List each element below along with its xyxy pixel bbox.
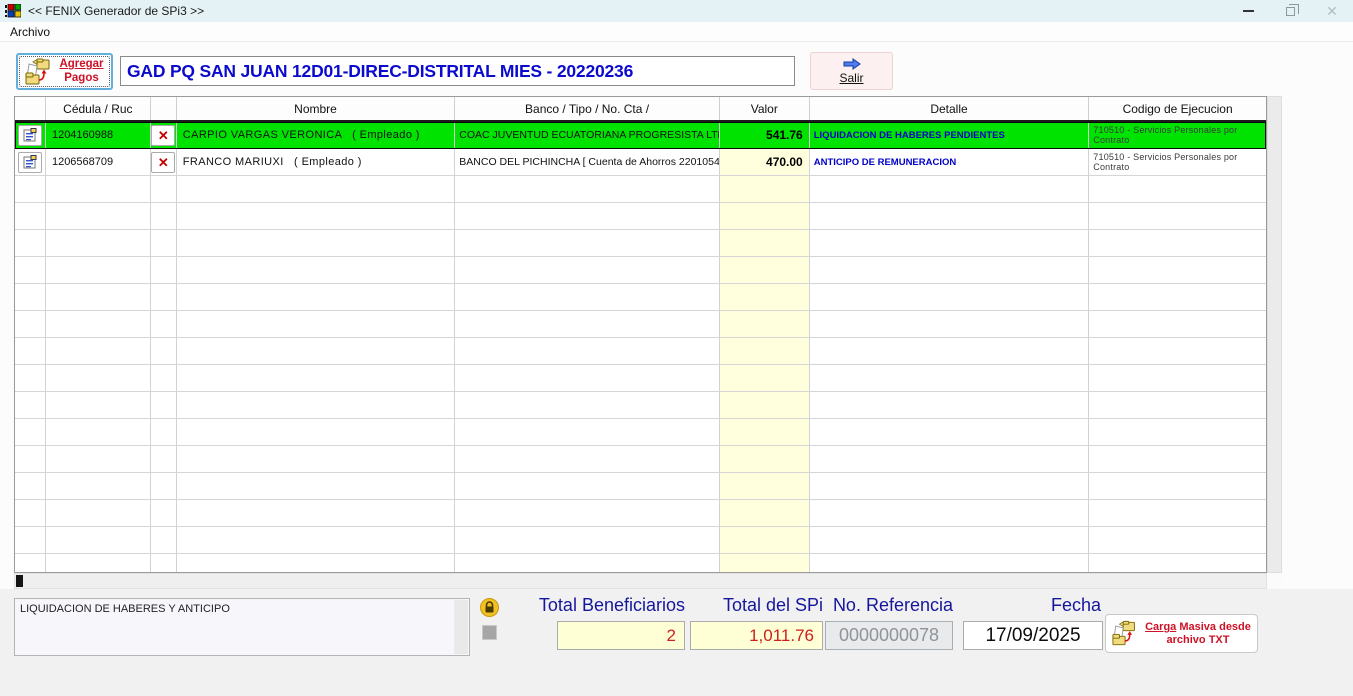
header-codigo: Codigo de Ejecucion (1089, 97, 1266, 120)
windows-logo-icon (5, 4, 21, 18)
gray-square-indicator (482, 625, 497, 640)
empty-table-row (15, 446, 1266, 473)
window-title: << FENIX Generador de SPi3 >> (28, 4, 204, 18)
header-cedula: Cédula / Ruc (46, 97, 151, 120)
empty-table-row (15, 176, 1266, 203)
scrollbar-corner (1267, 573, 1282, 589)
total-beneficiarios-field: 2 (557, 621, 685, 650)
descripcion-scrollbar[interactable] (454, 600, 468, 654)
descripcion-text: LIQUIDACION DE HABERES Y ANTICIPO (20, 603, 230, 615)
header-icon-col (15, 97, 46, 120)
cell-nombre: CARPIO VARGAS VERONICA ( Empleado ) (177, 122, 456, 149)
header-banco: Banco / Tipo / No. Cta / (455, 97, 720, 120)
fecha-value: 17/09/2025 (985, 625, 1080, 647)
cell-codigo: 710510 - Servicios Personales por Contra… (1089, 149, 1266, 176)
titlebar: << FENIX Generador de SPi3 >> ✕ (0, 0, 1353, 22)
empty-table-row (15, 203, 1266, 230)
fecha-field[interactable]: 17/09/2025 (963, 621, 1103, 650)
empty-table-row (15, 365, 1266, 392)
empty-table-row (15, 527, 1266, 554)
menu-archivo[interactable]: Archivo (0, 25, 58, 39)
padlock-icon[interactable] (480, 598, 499, 617)
referencia-field: 0000000078 (825, 621, 953, 650)
app-window: << FENIX Generador de SPi3 >> ✕ Archivo … (0, 0, 1353, 696)
delete-row-button[interactable]: ✕ (151, 125, 175, 146)
table-row[interactable]: 1204160988 ✕ CARPIO VARGAS VERONICA ( Em… (15, 122, 1266, 149)
row-delete-cell: ✕ (151, 149, 177, 176)
empty-table-row (15, 419, 1266, 446)
total-spi-label: Total del SPi (690, 595, 823, 617)
empty-table-row (15, 392, 1266, 419)
cell-cedula: 1206568709 (46, 149, 151, 176)
carga-masiva-button[interactable]: Carga Masiva desde archivo TXT (1105, 614, 1258, 653)
total-beneficiarios-value: 2 (667, 626, 676, 646)
edit-row-button[interactable] (18, 125, 42, 146)
form-properties-icon (23, 155, 37, 169)
minimize-button[interactable] (1227, 0, 1269, 22)
empty-table-row (15, 500, 1266, 527)
folders-with-paper-icon (1112, 620, 1140, 647)
referencia-label: No. Referencia (825, 595, 953, 617)
cell-banco: BANCO DEL PICHINCHA [ Cuenta de Ahorros … (455, 149, 720, 176)
row-delete-cell: ✕ (151, 122, 177, 149)
form-properties-icon (23, 128, 37, 142)
restore-icon (1286, 7, 1295, 16)
grid-body: 1204160988 ✕ CARPIO VARGAS VERONICA ( Em… (15, 122, 1266, 573)
restore-button[interactable] (1269, 0, 1311, 22)
payments-grid: Cédula / Ruc Nombre Banco / Tipo / No. C… (14, 96, 1267, 573)
vertical-scrollbar[interactable] (1267, 96, 1282, 573)
empty-table-row (15, 257, 1266, 284)
cell-detalle: LIQUIDACION DE HABERES PENDIENTES (810, 122, 1090, 149)
minimize-icon (1243, 10, 1254, 12)
delete-row-button[interactable]: ✕ (151, 152, 175, 173)
table-row[interactable]: 1206568709 ✕ FRANCO MARIUXI ( Empleado )… (15, 149, 1266, 176)
footer-panel: LIQUIDACION DE HABERES Y ANTICIPO Total … (0, 589, 1353, 696)
salir-button[interactable]: Salir (810, 52, 893, 90)
empty-table-row (15, 284, 1266, 311)
row-icon-cell (15, 122, 46, 149)
header-delete-col (151, 97, 177, 120)
total-spi-field: 1,011.76 (690, 621, 823, 650)
total-beneficiarios-label: Total Beneficiarios (520, 595, 685, 617)
grid-header: Cédula / Ruc Nombre Banco / Tipo / No. C… (15, 97, 1266, 122)
menubar: Archivo (0, 22, 1353, 42)
empty-table-row (15, 473, 1266, 500)
carga-masiva-label: Carga Masiva desde archivo TXT (1145, 621, 1251, 646)
agregar-pagos-label: Agregar Pagos (59, 58, 103, 84)
header-valor: Valor (720, 97, 810, 120)
fecha-label: Fecha (963, 595, 1101, 617)
horizontal-scrollbar[interactable] (14, 573, 1267, 589)
total-spi-value: 1,011.76 (749, 626, 814, 646)
close-icon: ✕ (1326, 4, 1338, 18)
entity-title-field[interactable]: GAD PQ SAN JUAN 12D01-DIREC-DISTRITAL MI… (120, 56, 795, 86)
cell-codigo: 710510 - Servicios Personales por Contra… (1089, 122, 1266, 149)
referencia-value: 0000000078 (839, 625, 939, 646)
horizontal-scrollbar-thumb[interactable] (16, 575, 23, 587)
header-nombre: Nombre (177, 97, 456, 120)
descripcion-textarea[interactable]: LIQUIDACION DE HABERES Y ANTICIPO (14, 598, 470, 656)
empty-table-row (15, 554, 1266, 573)
edit-row-button[interactable] (18, 152, 42, 173)
cell-cedula: 1204160988 (46, 122, 151, 149)
salir-label: Salir (839, 71, 863, 85)
empty-table-row (15, 311, 1266, 338)
folders-with-paper-icon (25, 58, 55, 86)
empty-table-row (15, 338, 1266, 365)
cell-valor: 541.76 (720, 122, 810, 149)
cell-nombre: FRANCO MARIUXI ( Empleado ) (177, 149, 456, 176)
cell-banco: COAC JUVENTUD ECUATORIANA PROGRESISTA LT… (455, 122, 720, 149)
close-button[interactable]: ✕ (1311, 0, 1353, 22)
blue-arrow-right-icon (842, 58, 862, 70)
red-x-icon: ✕ (158, 129, 169, 142)
agregar-pagos-button[interactable]: Agregar Pagos (16, 53, 113, 90)
red-x-icon: ✕ (158, 156, 169, 169)
header-detalle: Detalle (810, 97, 1090, 120)
entity-title-text: GAD PQ SAN JUAN 12D01-DIREC-DISTRITAL MI… (127, 61, 633, 82)
empty-table-row (15, 230, 1266, 257)
row-icon-cell (15, 149, 46, 176)
cell-valor: 470.00 (720, 149, 810, 176)
cell-detalle: ANTICIPO DE REMUNERACION (810, 149, 1090, 176)
